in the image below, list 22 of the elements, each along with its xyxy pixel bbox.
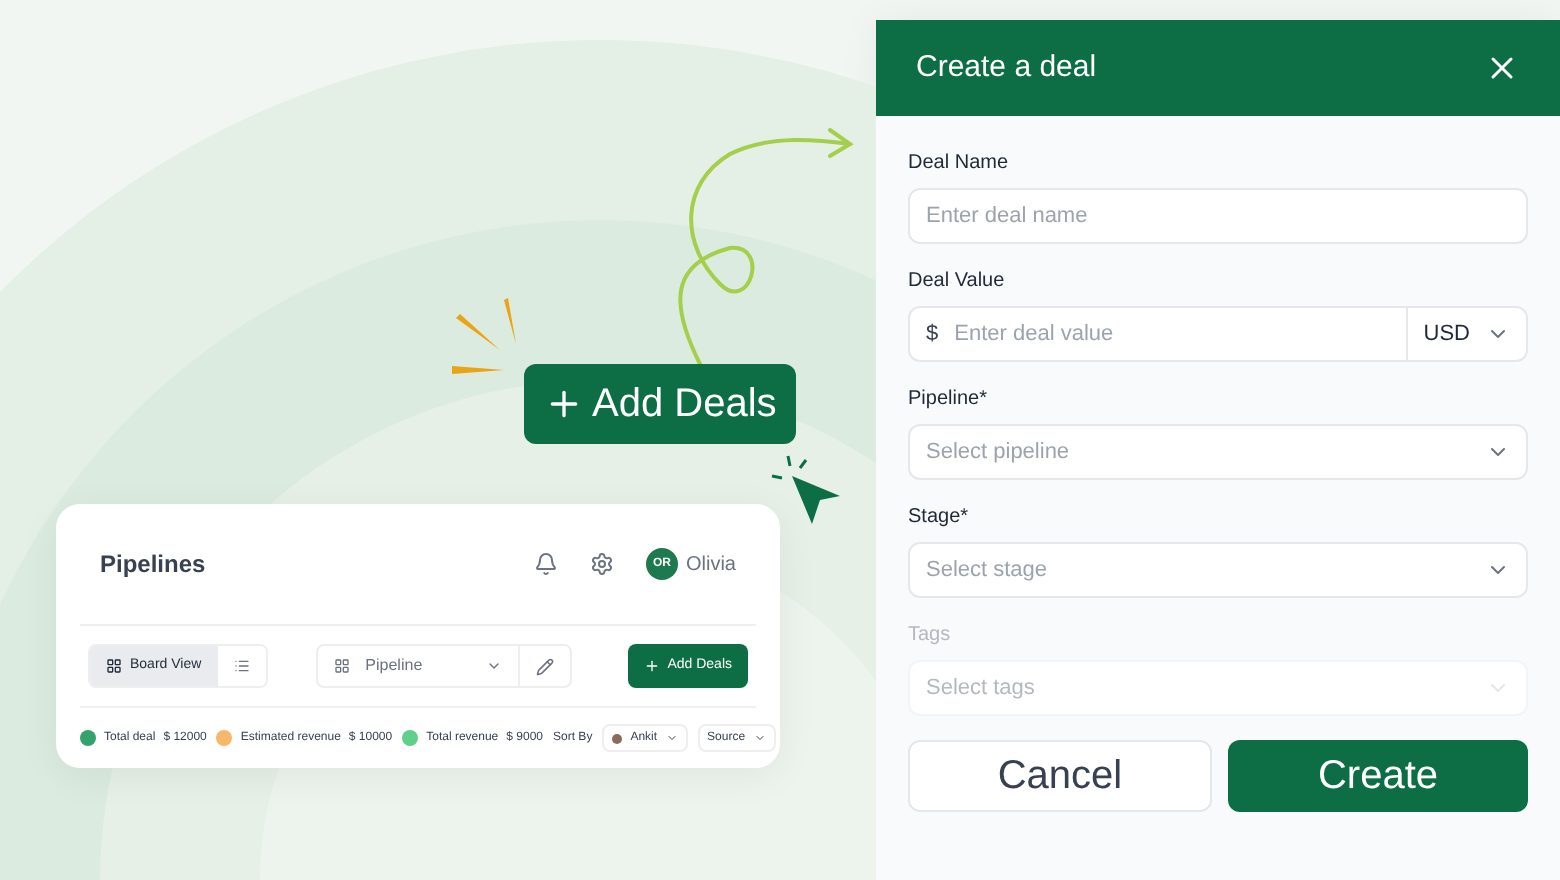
board-icon: [106, 658, 122, 674]
user-name: Olivia: [685, 551, 736, 579]
deal-name-field[interactable]: Enter deal name: [908, 188, 1528, 244]
panel-title: Create a deal: [916, 47, 1097, 88]
list-icon: [233, 658, 250, 674]
deal-value-field[interactable]: $ Enter deal value USD: [908, 306, 1528, 362]
field-label: Tags: [908, 622, 953, 650]
currency-symbol: $: [924, 319, 941, 350]
plus-icon: [643, 658, 660, 674]
card-title: Pipelines: [100, 548, 206, 582]
field-label: Pipeline*: [908, 386, 989, 414]
currency-select[interactable]: USD: [1405, 308, 1526, 360]
create-button[interactable]: Create: [1228, 740, 1528, 812]
field-label: Deal Value: [908, 268, 1007, 296]
chevron-down-icon: [753, 732, 766, 744]
bell-icon[interactable]: [533, 552, 558, 576]
chevron-down-icon: [665, 732, 678, 744]
field-label: Stage*: [908, 504, 971, 532]
field-label: Deal Name: [908, 150, 1011, 178]
settings-icon[interactable]: [589, 552, 614, 576]
add-deals-button[interactable]: Add Deals: [524, 364, 797, 444]
cancel-button[interactable]: Cancel: [908, 740, 1212, 812]
